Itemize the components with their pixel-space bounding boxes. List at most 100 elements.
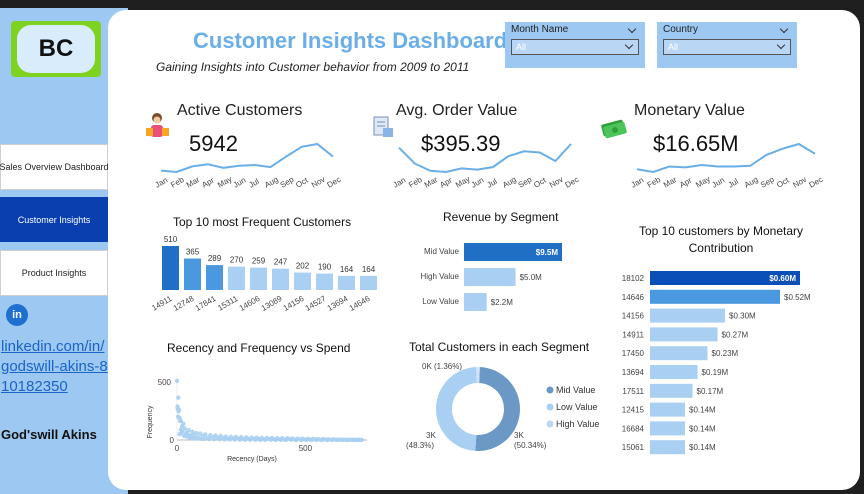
logo: BC <box>11 21 101 77</box>
bar <box>316 273 333 290</box>
data-label: $0.17M <box>697 387 724 396</box>
data-label: (48.3%) <box>406 441 434 450</box>
x-tick-label: 14527 <box>304 294 328 313</box>
x-tick-label: Sep <box>759 175 776 190</box>
scatter-point <box>192 436 197 441</box>
x-tick-label: Oct <box>532 175 548 189</box>
bar <box>228 266 245 290</box>
scatter-point <box>325 437 330 443</box>
window-top-bar <box>0 0 864 8</box>
scatter-point <box>350 437 356 443</box>
chart-title-revenue-segment: Revenue by Segment <box>443 210 559 224</box>
x-tick-label: Jun <box>710 175 726 189</box>
bar <box>650 421 685 436</box>
chevron-down-icon[interactable] <box>624 40 634 50</box>
x-tick-label: Apr <box>678 176 694 190</box>
scatter-point <box>263 437 268 442</box>
y-tick-label: 13694 <box>622 368 645 377</box>
y-tick-label: 500 <box>158 378 172 387</box>
scatter-point <box>176 395 181 400</box>
chart-title-monetary-contribution: Top 10 customers by Monetary Contributio… <box>638 224 804 255</box>
x-tick-label: 13089 <box>260 294 284 313</box>
country-filter-select[interactable]: All <box>663 39 791 55</box>
country-filter-label: Country <box>663 24 699 35</box>
scatter-point <box>181 421 186 426</box>
month-filter[interactable]: Month Name All <box>505 22 645 68</box>
x-tick-label: Feb <box>646 175 663 190</box>
active-customers-trend-chart: Jan Feb Mar Apr MayJun Jul AugSepOct NovDec <box>154 142 342 190</box>
recency-frequency-scatter-chart: 0 500 0 500 Recency (Days) Frequency <box>147 375 367 463</box>
scatter-point <box>294 437 299 443</box>
data-label: 247 <box>274 258 288 267</box>
x-axis-label: Recency (Days) <box>227 456 277 463</box>
x-tick-label: 14606 <box>238 294 262 313</box>
scatter-point <box>304 437 309 442</box>
x-tick-label: 14156 <box>282 294 306 313</box>
x-tick-label: Mar <box>662 175 679 190</box>
nav-customer-insights[interactable]: Customer Insights <box>0 197 108 242</box>
author-name: God'swill Akins <box>1 427 97 442</box>
data-label: $0.27M <box>722 330 749 339</box>
data-label: $0.60M <box>769 274 796 283</box>
scatter-point <box>247 437 253 442</box>
data-label: $0.19M <box>702 368 729 377</box>
country-filter[interactable]: Country All <box>657 22 797 68</box>
x-tick-label: 0 <box>175 444 180 453</box>
data-label: $0.14M <box>689 443 716 452</box>
y-tick-label: 14156 <box>622 312 645 321</box>
data-label: $5.0M <box>520 273 543 282</box>
y-tick-label: 18102 <box>622 274 645 283</box>
linkedin-icon[interactable]: in <box>6 304 28 326</box>
data-label: 510 <box>164 235 178 244</box>
logo-text: BC <box>17 25 95 73</box>
x-tick-label: Jul <box>247 177 261 190</box>
x-tick-label: Feb <box>407 175 424 190</box>
x-tick-label: Oct <box>775 175 791 189</box>
chevron-down-icon[interactable] <box>776 40 786 50</box>
scatter-point <box>253 437 258 442</box>
nav-sales-overview[interactable]: Sales Overview Dashboard <box>0 144 109 190</box>
scatter-point <box>176 409 181 414</box>
bar <box>650 308 725 323</box>
data-label: $0.14M <box>689 406 716 415</box>
scatter-point <box>309 437 314 443</box>
scatter-point <box>212 436 217 442</box>
chart-title-recency-frequency: Recency and Frequency vs Spend <box>167 341 351 355</box>
x-tick-label: Nov <box>310 175 327 190</box>
y-tick-label: 17450 <box>622 349 645 358</box>
donut-slice <box>435 367 477 451</box>
data-label: $0.52M <box>784 293 811 302</box>
scatter-point <box>222 437 227 442</box>
data-label: 202 <box>296 262 310 271</box>
data-label: (50.34%) <box>514 441 547 450</box>
month-filter-select[interactable]: All <box>511 39 639 55</box>
scatter-point <box>217 437 222 442</box>
scatter-point <box>242 437 248 442</box>
bar <box>184 258 201 290</box>
scatter-point <box>201 436 207 442</box>
trend-line <box>398 143 572 174</box>
data-label: 259 <box>252 257 266 266</box>
scatter-point <box>237 437 243 442</box>
scatter-point <box>174 378 180 384</box>
data-label: $0.30M <box>729 312 756 321</box>
x-tick-label: 17841 <box>194 294 218 313</box>
x-tick-label: Jun <box>470 175 486 189</box>
legend-label: Low Value <box>556 402 597 412</box>
bar <box>650 402 685 417</box>
linkedin-link[interactable]: linkedin.com/in/godswill-akins-810182350 <box>1 337 111 397</box>
segment-donut-chart: 0K (1.36%)3K(48.3%)3K(50.34%)Mid ValueLo… <box>406 362 599 451</box>
x-tick-label: Jun <box>232 175 248 189</box>
x-tick-label: 500 <box>299 444 313 453</box>
scatter-point <box>206 436 212 442</box>
revenue-segment-bar-chart: Mid Value $9.5M High Value $5.0M Low Value $2… <box>420 243 562 311</box>
nav-product-insights[interactable]: Product Insights <box>0 250 108 296</box>
x-tick-label: Nov <box>548 175 565 190</box>
data-label: 365 <box>186 248 200 257</box>
x-tick-label: 14911 <box>150 294 174 313</box>
legend-marker <box>546 403 554 411</box>
bar <box>650 289 780 304</box>
bar <box>464 293 487 311</box>
y-tick-label: Mid Value <box>424 247 460 256</box>
trend-line <box>160 142 334 174</box>
